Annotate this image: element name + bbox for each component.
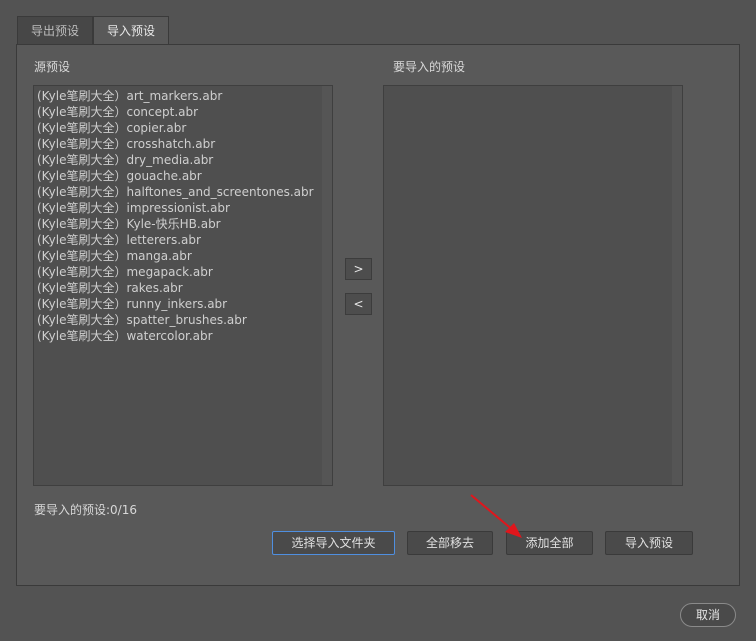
list-item[interactable]: (Kyle笔刷大全）manga.abr	[35, 248, 314, 264]
list-item[interactable]: (Kyle笔刷大全）gouache.abr	[35, 168, 314, 184]
tab-bar: 导出预设 导入预设	[17, 16, 170, 45]
list-item[interactable]: (Kyle笔刷大全）rakes.abr	[35, 280, 314, 296]
remove-all-button[interactable]: 全部移去	[407, 531, 493, 555]
list-item[interactable]: (Kyle笔刷大全）art_markers.abr	[35, 88, 314, 104]
remove-selected-button[interactable]: <	[345, 293, 372, 315]
list-item[interactable]: (Kyle笔刷大全）Kyle-快乐HB.abr	[35, 216, 314, 232]
tab-export-presets[interactable]: 导出预设	[17, 16, 94, 45]
import-count-status: 要导入的预设:0/16	[34, 503, 137, 517]
target-presets-label: 要导入的预设	[393, 60, 466, 74]
target-presets-list[interactable]	[383, 85, 683, 486]
list-item[interactable]: (Kyle笔刷大全）impressionist.abr	[35, 200, 314, 216]
choose-import-folder-button[interactable]: 选择导入文件夹	[272, 531, 395, 555]
list-item[interactable]: (Kyle笔刷大全）runny_inkers.abr	[35, 296, 314, 312]
source-presets-label: 源预设	[34, 60, 71, 74]
list-item[interactable]: (Kyle笔刷大全）dry_media.abr	[35, 152, 314, 168]
list-item[interactable]: (Kyle笔刷大全）letterers.abr	[35, 232, 314, 248]
list-item[interactable]: (Kyle笔刷大全）watercolor.abr	[35, 328, 314, 344]
list-item[interactable]: (Kyle笔刷大全）concept.abr	[35, 104, 314, 120]
list-item[interactable]: (Kyle笔刷大全）halftones_and_screentones.abr	[35, 184, 314, 200]
list-item[interactable]: (Kyle笔刷大全）crosshatch.abr	[35, 136, 314, 152]
scrollbar-track[interactable]	[672, 86, 682, 485]
source-presets-list[interactable]: (Kyle笔刷大全）art_markers.abr (Kyle笔刷大全）conce…	[33, 85, 333, 486]
scrollbar-track[interactable]	[322, 86, 332, 485]
cancel-button[interactable]: 取消	[680, 603, 736, 627]
source-items: (Kyle笔刷大全）art_markers.abr (Kyle笔刷大全）conce…	[35, 88, 314, 344]
list-item[interactable]: (Kyle笔刷大全）spatter_brushes.abr	[35, 312, 314, 328]
list-item[interactable]: (Kyle笔刷大全）copier.abr	[35, 120, 314, 136]
import-presets-button[interactable]: 导入预设	[605, 531, 693, 555]
tab-import-presets[interactable]: 导入预设	[93, 16, 170, 45]
add-all-button[interactable]: 添加全部	[506, 531, 593, 555]
list-item[interactable]: (Kyle笔刷大全）megapack.abr	[35, 264, 314, 280]
add-selected-button[interactable]: >	[345, 258, 372, 280]
